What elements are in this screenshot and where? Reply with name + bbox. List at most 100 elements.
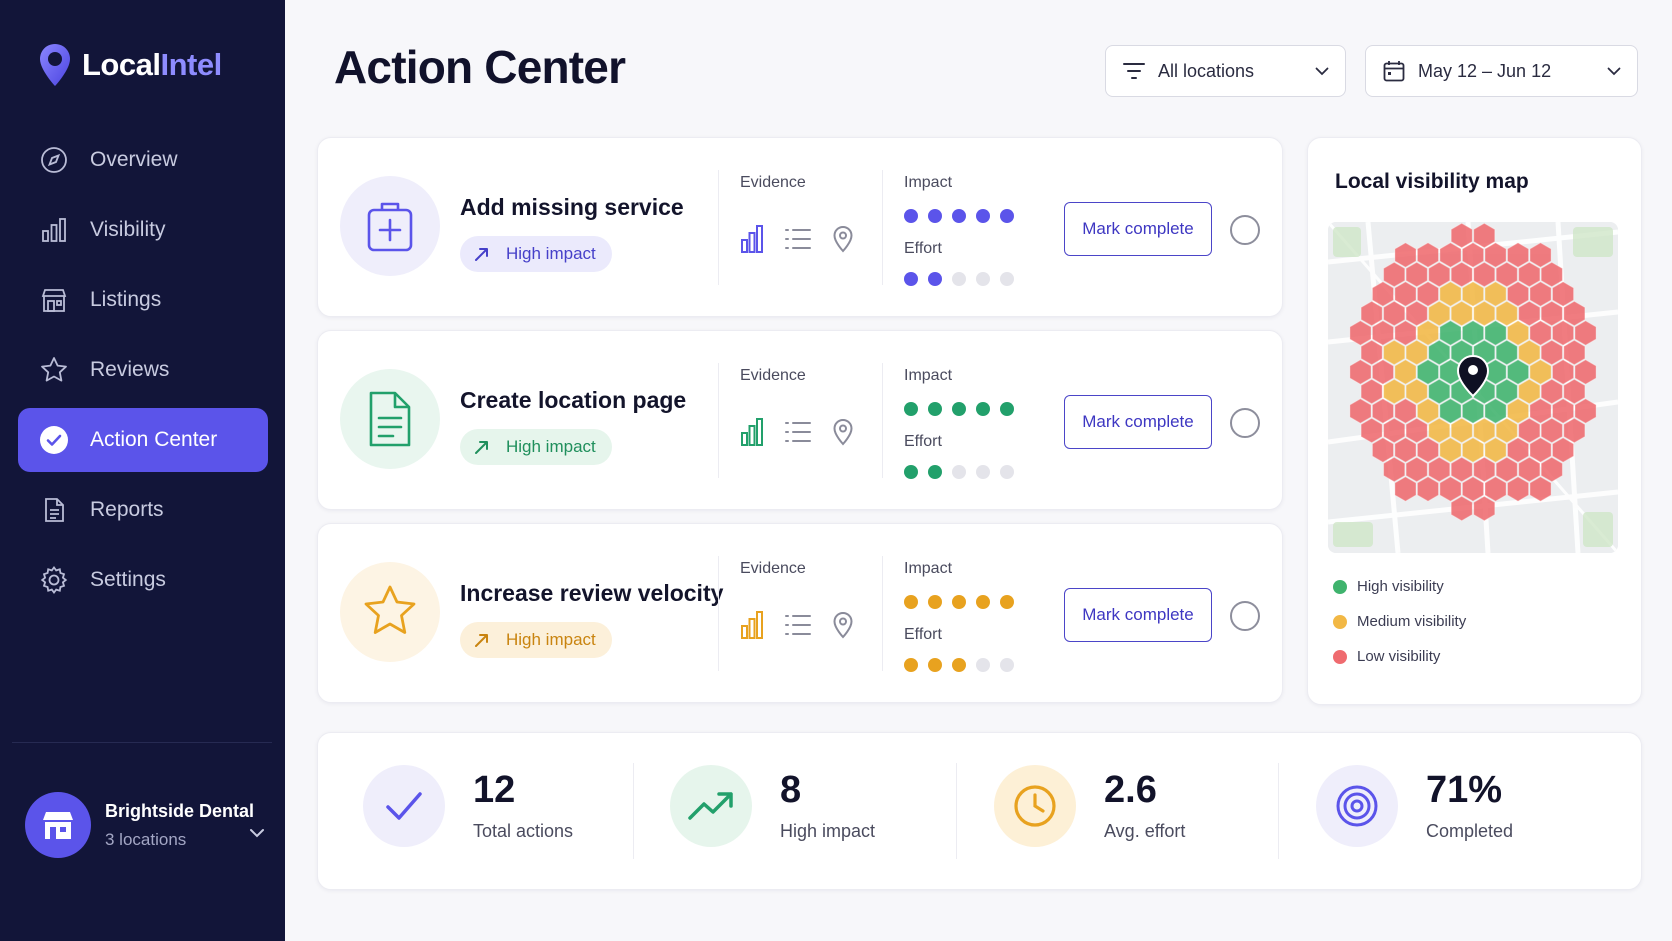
rating-dot-filled [904,209,918,223]
account-locations: 3 locations [105,829,187,849]
sidebar-item-visibility[interactable]: Visibility [18,198,268,262]
chevron-down-icon[interactable] [249,828,265,838]
check-circle-icon [38,424,70,456]
stat-value: 8 [780,769,802,811]
bar-chart-icon[interactable] [740,417,764,447]
list-icon[interactable] [784,226,812,252]
evidence-label: Evidence [740,560,806,577]
rating-dot-filled [976,209,990,223]
visibility-map[interactable] [1328,222,1618,553]
effort-label: Effort [904,240,942,257]
effort-label: Effort [904,433,942,450]
effort-label: Effort [904,626,942,643]
sidebar-divider [12,742,272,743]
rating-dot-filled [928,272,942,286]
location-filter-dropdown[interactable]: All locations [1105,45,1346,97]
effort-rating [904,465,1014,479]
checkmark-icon [363,765,445,847]
sidebar-item-reviews[interactable]: Reviews [18,338,268,402]
complete-radio[interactable] [1230,215,1260,245]
sidebar-item-action-center[interactable]: Action Center [18,408,268,472]
mark-complete-button[interactable]: Mark complete [1064,202,1212,256]
divider [718,363,719,478]
stat-label: Avg. effort [1104,821,1186,841]
rating-dot-filled [904,272,918,286]
chevron-down-icon [1315,67,1329,75]
evidence-icons [740,224,854,254]
rating-dot-filled [952,658,966,672]
rating-dot-filled [1000,402,1014,416]
sidebar-item-listings[interactable]: Listings [18,268,268,332]
sidebar-item-settings[interactable]: Settings [18,548,268,612]
bar-chart-icon[interactable] [740,610,764,640]
list-icon[interactable] [784,419,812,445]
legend-label: Low visibility [1357,648,1441,665]
impact-rating [904,209,1014,223]
rating-dot-filled [1000,209,1014,223]
location-pin-icon[interactable] [832,225,854,253]
rating-dot-empty [952,272,966,286]
action-card: Increase review velocity High impact Evi… [317,523,1283,703]
legend-item-low: Low visibility [1333,648,1466,665]
legend-label: High visibility [1357,578,1444,595]
divider [718,170,719,285]
action-card: Create location page High impact Evidenc… [317,330,1283,510]
location-pin-logo-icon [40,44,70,86]
logo[interactable]: LocalIntel [38,42,222,88]
rating-dot-empty [1000,465,1014,479]
bar-chart-icon [38,214,70,246]
target-icon [1316,765,1398,847]
rating-dot-empty [952,465,966,479]
impact-label: Impact [904,174,953,191]
sidebar-item-label: Reports [90,498,164,521]
sidebar-nav: Overview Visibility Listings Reviews Act… [18,128,268,618]
rating-dot-filled [928,209,942,223]
mark-complete-button[interactable]: Mark complete [1064,395,1212,449]
impact-badge: High impact [460,429,612,465]
trend-up-icon [475,248,488,261]
impact-badge-label: High impact [506,630,596,649]
sidebar-item-label: Listings [90,288,162,311]
hex-map-canvas [1328,222,1618,553]
rating-dot-filled [904,465,918,479]
sidebar-item-reports[interactable]: Reports [18,478,268,542]
impact-badge-label: High impact [506,437,596,456]
date-range-value: May 12 – Jun 12 [1418,60,1552,81]
impact-rating [904,595,1014,609]
sidebar-item-label: Settings [90,568,166,591]
rating-dot-filled [928,658,942,672]
complete-radio[interactable] [1230,408,1260,438]
date-range-dropdown[interactable]: May 12 – Jun 12 [1365,45,1638,97]
store-icon [43,812,73,839]
location-pin-icon[interactable] [832,418,854,446]
rating-dot-filled [976,595,990,609]
filter-icon [1123,63,1145,79]
stats-summary-card: 12 Total actions 8 High impact 2.6 Avg. … [317,732,1642,890]
account-switcher[interactable]: Brightside Dental 3 locations [25,790,265,860]
evidence-icons [740,610,854,640]
location-pin-icon[interactable] [832,611,854,639]
compass-icon [38,144,70,176]
rating-dot-filled [904,595,918,609]
rating-dot-empty [976,658,990,672]
complete-radio[interactable] [1230,601,1260,631]
sidebar-item-overview[interactable]: Overview [18,128,268,192]
impact-badge-label: High impact [506,244,596,263]
impact-label: Impact [904,560,953,577]
bar-chart-icon[interactable] [740,224,764,254]
rating-dot-filled [952,209,966,223]
account-name: Brightside Dental [105,800,255,821]
rating-dot-filled [976,402,990,416]
rating-dot-filled [928,465,942,479]
list-icon[interactable] [784,612,812,638]
account-info: Brightside Dental 3 locations [105,801,254,850]
stat-label: Total actions [473,821,574,841]
medical-kit-icon [340,176,440,276]
stat-label: Completed [1426,821,1514,841]
mark-complete-button[interactable]: Mark complete [1064,588,1212,642]
stat-value: 71% [1426,769,1503,811]
action-title: Create location page [460,387,687,413]
sidebar-item-label: Overview [90,148,178,171]
stat-value: 12 [473,769,516,811]
divider [718,556,719,671]
